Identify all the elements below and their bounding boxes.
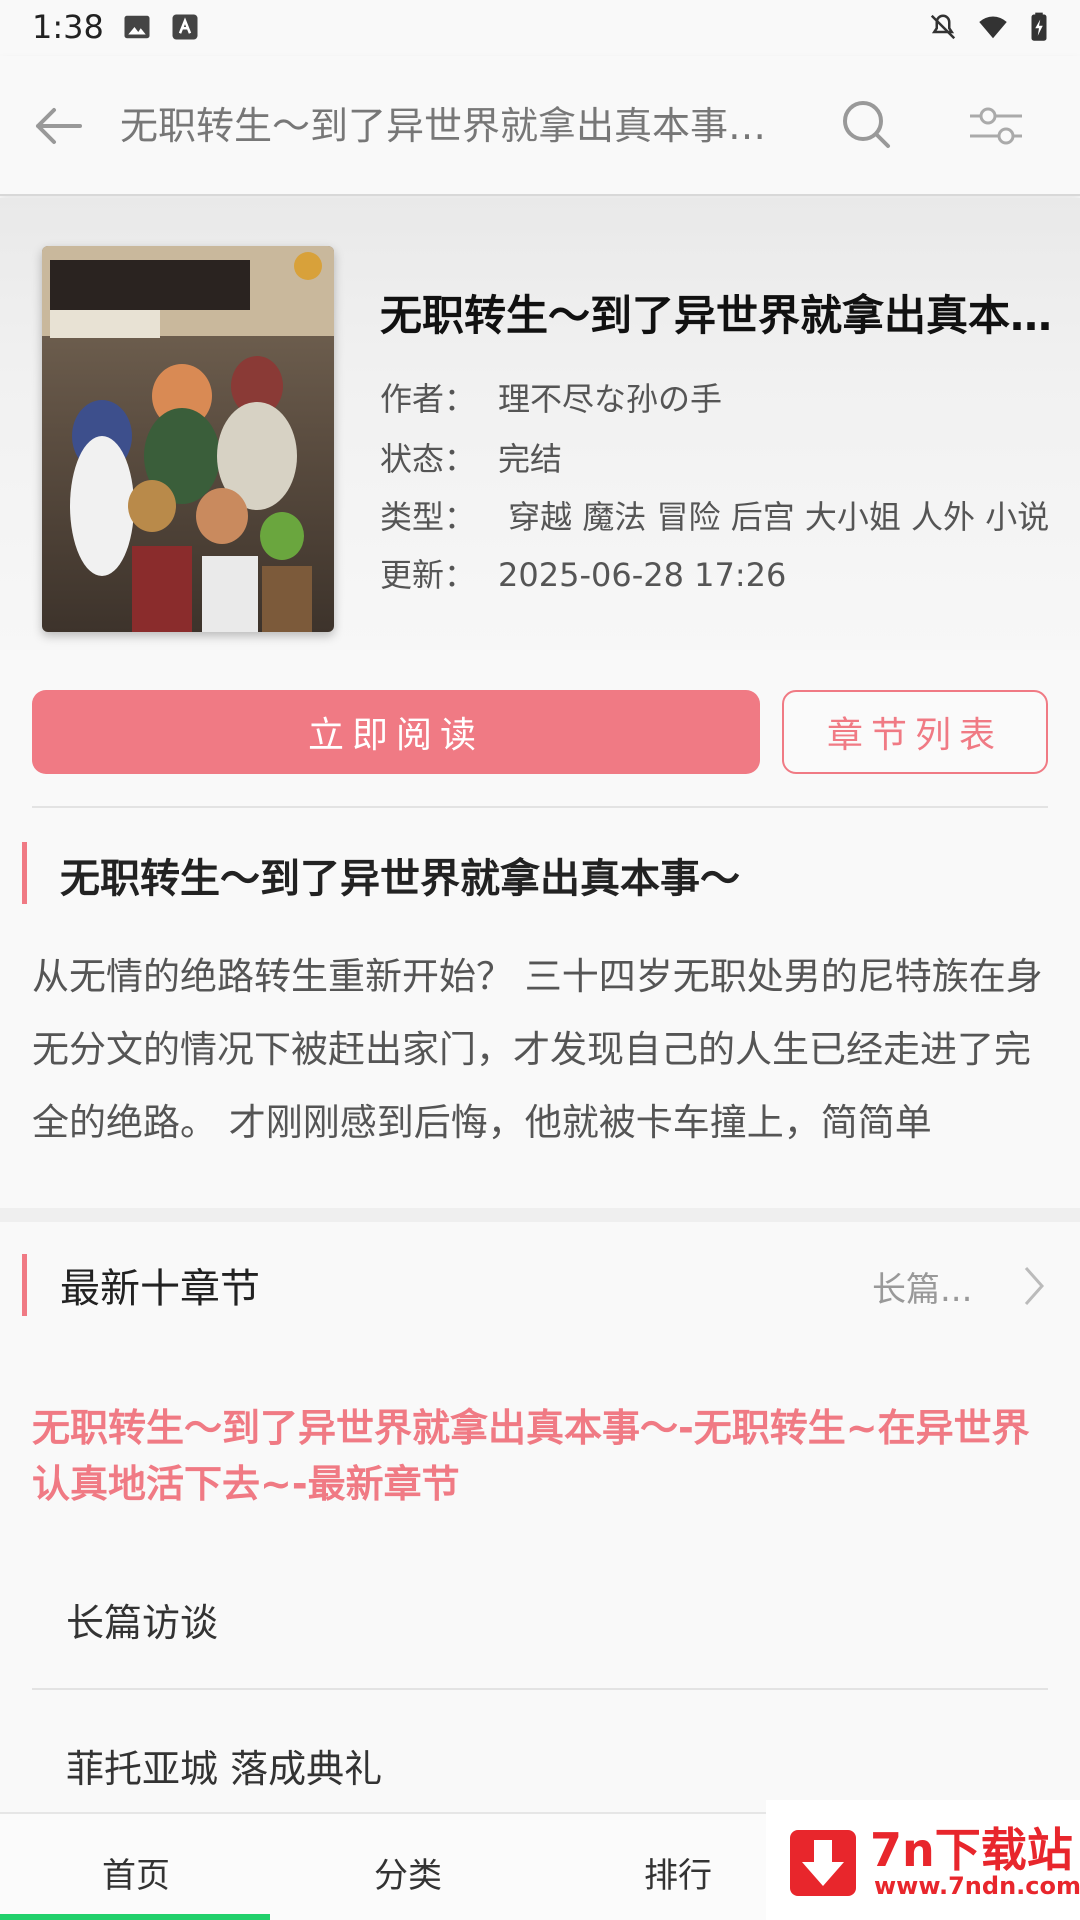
search-icon[interactable] <box>838 96 894 152</box>
mute-icon <box>930 14 956 40</box>
status-bar: 1:38 <box>0 0 1080 56</box>
genre-value: 穿越 魔法 冒险 后宫 大小姐 人外 小说 <box>498 498 1050 536</box>
status-value: 完结 <box>498 440 563 478</box>
chapter-list-item[interactable]: 长篇访谈 <box>32 1544 1048 1690</box>
updated-row: 更新： 2025-06-28 17:26 <box>380 550 786 596</box>
updated-value: 2025-06-28 17:26 <box>498 556 787 594</box>
latest-chapters-title: 最新十章节 <box>60 1266 260 1312</box>
app-notification-icon <box>172 14 198 40</box>
latest-more-link[interactable]: 长篇... <box>872 1262 972 1311</box>
chevron-right-icon[interactable] <box>1020 1264 1048 1308</box>
battery-icon <box>1031 12 1047 41</box>
image-notification-icon <box>124 15 150 39</box>
app-bar: 无职转生～到了异世界就拿出真本事～-无职转生~在异世界认真地活下去~ <box>0 56 1080 196</box>
section-accent-bar <box>22 1254 27 1316</box>
book-header: 无职转生～到了异世界就拿出真本事～ 作者： 理不尽な孙の手 状态： 完结 类型： 穿… <box>0 198 1080 650</box>
nav-active-indicator <box>0 1914 270 1920</box>
watermark-name: 7n下载站 <box>870 1823 1073 1877</box>
status-row: 状态： 完结 <box>380 434 562 480</box>
author-row: 作者： 理不尽な孙の手 <box>380 374 722 420</box>
intro-title: 无职转生～到了异世界就拿出真本事～ <box>60 856 740 902</box>
nav-category[interactable]: 分类 <box>374 1848 442 1897</box>
status-time: 1:38 <box>32 8 104 46</box>
book-summary[interactable]: 从无情的绝路转生重新开始？ 三十四岁无职处男的尼特族在身无分文的情况下被赶出家门… <box>32 940 1048 1160</box>
section-separator <box>0 1208 1080 1222</box>
settings-sliders-icon[interactable] <box>966 98 1026 154</box>
latest-chapter-heading[interactable]: 无职转生～到了异世界就拿出真本事～-无职转生~在异世界认真地活下去~-最新章节 <box>32 1400 1048 1512</box>
download-arrow-icon <box>790 1830 856 1896</box>
section-accent-bar <box>22 842 27 904</box>
updated-label: 更新： <box>380 556 477 594</box>
author-value[interactable]: 理不尽な孙の手 <box>498 380 722 418</box>
genre-row: 类型： 穿越 魔法 冒险 后宫 大小姐 人外 小说 <box>380 492 1049 538</box>
nav-ranking[interactable]: 排行 <box>644 1848 712 1897</box>
nav-home[interactable]: 首页 <box>102 1848 170 1897</box>
author-label: 作者： <box>380 380 477 418</box>
read-now-button[interactable]: 立即阅读 <box>32 690 760 774</box>
page-title: 无职转生～到了异世界就拿出真本事～-无职转生~在异世界认真地活下去~ <box>120 104 800 148</box>
back-arrow-icon[interactable] <box>30 98 86 154</box>
chapter-title: 菲托亚城 落成典礼 <box>66 1747 383 1791</box>
book-title: 无职转生～到了异世界就拿出真本事～ <box>380 291 1060 340</box>
watermark-url: www.7ndn.com <box>874 1872 1080 1900</box>
book-cover-image[interactable] <box>42 246 334 632</box>
wifi-icon <box>979 16 1007 39</box>
status-label: 状态： <box>380 440 477 478</box>
watermark-logo: 7n下载站 www.7ndn.com <box>766 1800 1080 1920</box>
divider <box>32 806 1048 808</box>
chapter-title: 长篇访谈 <box>66 1601 219 1645</box>
genre-label: 类型： <box>380 498 477 536</box>
chapter-list-button[interactable]: 章节列表 <box>782 690 1048 774</box>
